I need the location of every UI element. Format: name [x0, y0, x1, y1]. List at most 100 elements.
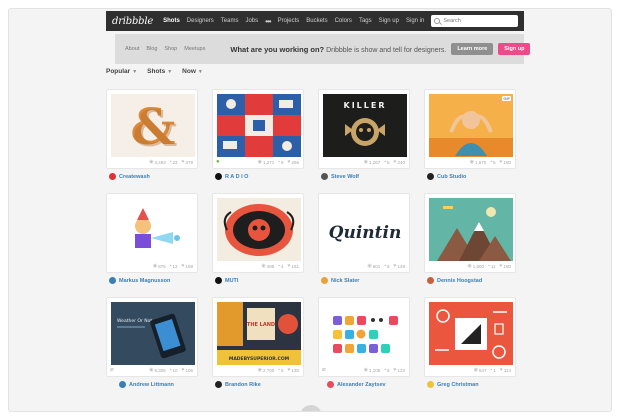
shot-author[interactable]: Markus Magnusson	[109, 277, 170, 284]
shot-card[interactable]: ◉ 547 ▪ 1 ♥ 114	[424, 297, 516, 377]
heart-icon: ♥	[393, 263, 397, 269]
nav-jobs[interactable]: Jobs	[245, 18, 258, 24]
views-stat: ◉ 1,670	[470, 159, 487, 165]
search-input[interactable]	[443, 18, 514, 24]
comments-stat: ▪ 1	[491, 367, 496, 373]
nav-designers[interactable]: Designers	[187, 18, 214, 24]
comments-stat: ▪ 6	[384, 367, 389, 373]
banner-link-shop[interactable]: Shop	[164, 46, 177, 52]
shot-card[interactable]: ◉ 1,800 ▪ 11 ♥ 180	[424, 193, 516, 273]
shot-author[interactable]: Steve Wolf	[321, 173, 359, 180]
views-stat: ◉ 1,267	[364, 159, 381, 165]
shot-card[interactable]: THE LAND MADEBYSUPERIOR.COM ◉ 2,700 ▪ 5 ♥ 1…	[212, 297, 304, 377]
avatar	[215, 381, 222, 388]
comments-count: 9	[281, 159, 284, 165]
filter-now[interactable]: Now ▼	[182, 68, 203, 75]
views-stat: ◉ 875	[153, 263, 166, 269]
views-stat: ◉ 5,305	[149, 367, 166, 373]
nav-buckets[interactable]: Buckets	[306, 18, 327, 24]
shot-card[interactable]: ◉ 875 ▪ 12 ♥ 168	[106, 193, 198, 273]
dribbble-logo[interactable]: dribbble	[112, 16, 153, 27]
likes-count: 114	[503, 367, 511, 373]
shot-thumbnail-greg[interactable]	[429, 302, 513, 365]
nav-shots[interactable]: Shots	[163, 18, 180, 24]
comments-count: 10	[172, 367, 178, 373]
shot-card[interactable]: ◉ 1,271 ▪ 9 ♥ 256 ●	[212, 89, 304, 169]
search-box[interactable]	[431, 15, 518, 27]
shot-thumbnail-quintin[interactable]: Quintin	[323, 198, 407, 261]
filter-popular[interactable]: Popular ▼	[106, 68, 137, 75]
avatar	[427, 277, 434, 284]
nav-signin[interactable]: Sign in	[406, 18, 424, 24]
shot-stats: ◉ 1,271 ▪ 9 ♥ 256	[254, 159, 299, 165]
shot-author[interactable]: R A D I O	[215, 173, 248, 180]
shot-author[interactable]: Brandon Rike	[215, 381, 261, 388]
author-name: Greg Christman	[437, 381, 479, 388]
comments-stat: ▪ 4	[278, 263, 283, 269]
shot-thumbnail-radio[interactable]	[217, 94, 301, 157]
comments-stat: ▪ 5	[490, 159, 495, 165]
likes-stat: ♥ 106	[182, 367, 193, 373]
shot-thumbnail-alexander[interactable]	[323, 302, 407, 365]
shot-author[interactable]: Greg Christman	[427, 381, 479, 388]
shot-stats: ◉ 1,105 ▪ 6 ♥ 122	[360, 367, 405, 373]
likes-count: 168	[185, 263, 193, 269]
shot-thumbnail-dennis[interactable]	[429, 198, 513, 261]
likes-stat: ♥ 130	[288, 367, 299, 373]
banner-link-meetups[interactable]: Meetups	[184, 46, 205, 52]
shot-thumbnail-andrew[interactable]: Weather Or Not	[111, 302, 195, 365]
author-name: Markus Magnusson	[119, 277, 171, 284]
eye-icon: ◉	[152, 263, 158, 269]
comment-icon: ▪	[278, 263, 280, 269]
nav-colors[interactable]: Colors	[335, 18, 352, 24]
likes-count: 122	[397, 367, 405, 373]
shot-author[interactable]: Andrew Littmann	[119, 381, 174, 388]
shot-thumbnail-ampersand[interactable]: & &	[111, 94, 195, 157]
shot-author[interactable]: Cub Studio	[427, 173, 466, 180]
shot-thumbnail-markus[interactable]	[111, 198, 195, 261]
eye-icon: ◉	[257, 367, 262, 373]
likes-count: 151	[291, 263, 299, 269]
shot-thumbnail-killer[interactable]: KILLER	[323, 94, 407, 157]
shot-author[interactable]: Dennis Hoogstad	[427, 277, 482, 284]
shot-card[interactable]: Weather Or Not ◉ 5,305 ▪ 10 ♥ 106 ⌀	[106, 297, 198, 377]
shot-author[interactable]: Alexander Zaytsev	[327, 381, 386, 388]
banner-signup-button[interactable]: Sign up	[498, 43, 531, 55]
banner-link-about[interactable]: About	[125, 46, 139, 52]
comment-icon: ▪	[384, 367, 386, 373]
views-stat: ◉ 2,700	[258, 367, 275, 373]
shot-thumbnail-cubstudio[interactable]: GIF	[429, 94, 513, 157]
heart-icon: ♥	[499, 263, 503, 269]
likes-count: 256	[291, 159, 299, 165]
shot-thumbnail-muti[interactable]	[217, 198, 301, 261]
views-stat: ◉ 3,493	[149, 159, 166, 165]
nav-tags[interactable]: Tags	[359, 18, 372, 24]
nav-teams[interactable]: Teams	[221, 18, 239, 24]
eye-icon: ◉	[367, 263, 372, 269]
learn-more-button[interactable]: Learn more	[451, 43, 494, 55]
scroll-to-top-button[interactable]	[300, 405, 322, 411]
shot-stats: ◉ 3,493 ▪ 23 ♥ 379	[145, 159, 193, 165]
shot-card[interactable]: KILLER ◉ 1,267 ▪ 5 ♥ 240	[318, 89, 410, 169]
comment-icon: ▪	[169, 159, 172, 165]
shot-thumbnail-brandon[interactable]: THE LAND MADEBYSUPERIOR.COM	[217, 302, 301, 365]
filter-shots[interactable]: Shots ▼	[147, 68, 172, 75]
comments-count: 12	[172, 263, 178, 269]
banner-link-blog[interactable]: Blog	[146, 46, 157, 52]
shot-author[interactable]: Createwash	[109, 173, 150, 180]
shot-card[interactable]: ◉ 1,105 ▪ 6 ♥ 122 ⌀	[318, 297, 410, 377]
nav-projects[interactable]: Projects	[278, 18, 300, 24]
more-dots-icon[interactable]: •••	[265, 17, 271, 26]
likes-count: 106	[185, 367, 193, 373]
shot-card[interactable]: GIF ◉ 1,670 ▪ 5 ♥ 180	[424, 89, 516, 169]
heart-icon: ♥	[181, 159, 185, 165]
shot-author[interactable]: MUTI	[215, 277, 238, 284]
comment-icon: ▪	[490, 159, 492, 165]
comments-count: 11	[490, 263, 496, 269]
shot-card[interactable]: ◉ 486 ▪ 4 ♥ 151	[212, 193, 304, 273]
paperclip-icon: ●	[216, 159, 220, 165]
shot-author[interactable]: Nick Slater	[321, 277, 359, 284]
shot-card[interactable]: Quintin ◉ 601 ▪ 6 ♥ 148	[318, 193, 410, 273]
nav-signup[interactable]: Sign up	[379, 18, 399, 24]
shot-card[interactable]: & & ◉ 3,493 ▪ 23 ♥ 379	[106, 89, 198, 169]
